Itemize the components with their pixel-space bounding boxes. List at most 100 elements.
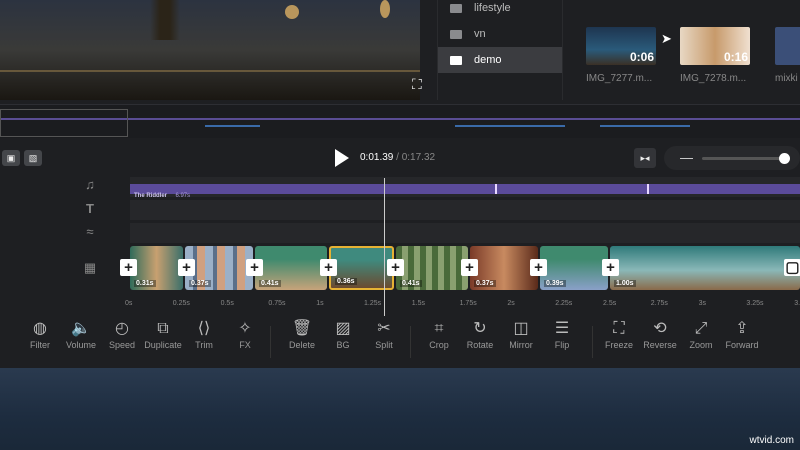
tool-label: Volume xyxy=(59,340,103,350)
tool-label: FX xyxy=(223,340,267,350)
add-transition-button[interactable]: + xyxy=(120,259,137,276)
text-track[interactable] xyxy=(130,200,800,220)
add-transition-button[interactable]: + xyxy=(246,259,263,276)
tool-forward[interactable]: ⇪Forward xyxy=(720,318,764,350)
split-icon: ✂ xyxy=(362,318,406,340)
video-clip[interactable]: 0.41s xyxy=(255,246,327,290)
add-transition-button[interactable]: + xyxy=(602,259,619,276)
video-clip[interactable]: 1.00s xyxy=(610,246,800,290)
media-thumb[interactable]: 0:06 xyxy=(586,27,656,65)
video-preview xyxy=(0,0,420,100)
add-image-icon[interactable]: ▧ xyxy=(24,150,42,166)
tool-zoom[interactable]: ⤢Zoom xyxy=(679,318,723,350)
beat-marker[interactable] xyxy=(495,184,497,194)
add-media-icon[interactable]: ▣ xyxy=(2,150,20,166)
media-thumb[interactable]: 0:16 xyxy=(680,27,750,65)
tool-bg[interactable]: ▨BG xyxy=(321,318,365,350)
tool-rotate[interactable]: ↻Rotate xyxy=(458,318,502,350)
media-duration: 0:16 xyxy=(724,50,748,64)
overview-clip xyxy=(600,125,690,127)
tool-label: Flip xyxy=(540,340,584,350)
add-transition-button[interactable]: + xyxy=(387,259,404,276)
folder-label: demo xyxy=(474,54,502,66)
overlay-track[interactable] xyxy=(130,223,800,243)
toolbar-divider xyxy=(270,326,271,358)
tool-split[interactable]: ✂Split xyxy=(362,318,406,350)
music-track-icon: ♫ xyxy=(82,177,98,193)
clip-duration: 0.37s xyxy=(474,280,496,287)
fullscreen-icon[interactable]: ⛶ xyxy=(412,76,422,93)
video-clip[interactable]: 0.37s xyxy=(185,246,253,290)
media-name: IMG_7277.m... xyxy=(586,73,652,84)
overview-viewport[interactable] xyxy=(0,109,128,137)
tool-reverse[interactable]: ⟲Reverse xyxy=(638,318,682,350)
add-transition-button[interactable]: + xyxy=(178,259,195,276)
tool-label: Mirror xyxy=(499,340,543,350)
timeline-overview[interactable] xyxy=(0,104,800,138)
ruler-tick-label: 1.5s xyxy=(412,300,425,307)
city-lights xyxy=(0,70,420,72)
tool-flip[interactable]: ☰Flip xyxy=(540,318,584,350)
tool-label: Zoom xyxy=(679,340,723,350)
tool-label: Freeze xyxy=(597,340,641,350)
zoom-slider-handle[interactable] xyxy=(779,153,790,164)
media-thumb[interactable] xyxy=(775,27,800,65)
time-ruler[interactable]: 0s0.25s0.5s0.75s1s1.25s1.5s1.75s2s2.25s2… xyxy=(125,300,800,312)
crop-icon: ⌗ xyxy=(417,318,461,340)
zoom-out-icon[interactable]: — xyxy=(680,150,693,165)
tool-volume[interactable]: 🔈Volume xyxy=(59,318,103,350)
video-clip[interactable]: 0.39s xyxy=(540,246,608,290)
media-name: IMG_7278.m... xyxy=(680,73,746,84)
video-clip[interactable]: 0.41s xyxy=(396,246,468,290)
forward-icon: ⇪ xyxy=(720,318,764,340)
filter-icon: ◍ xyxy=(18,318,62,340)
beat-marker[interactable] xyxy=(647,184,649,194)
tool-crop[interactable]: ⌗Crop xyxy=(417,318,461,350)
folder-item-lifestyle[interactable]: lifestyle xyxy=(438,0,562,21)
video-clip[interactable]: 0.31s xyxy=(130,246,183,290)
tool-trim[interactable]: ⟨⟩Trim xyxy=(182,318,226,350)
overlay-track-icon: ≈ xyxy=(82,224,98,240)
tool-filter[interactable]: ◍Filter xyxy=(18,318,62,350)
background-ocean xyxy=(0,368,800,450)
text-track-icon: T xyxy=(82,201,98,217)
folder-icon xyxy=(450,30,462,39)
bg-icon: ▨ xyxy=(321,318,365,340)
reverse-icon: ⟲ xyxy=(638,318,682,340)
media-library: 0:06 IMG_7277.m... ➤ 0:16 IMG_7278.m... … xyxy=(565,0,800,100)
add-transition-button[interactable]: + xyxy=(461,259,478,276)
tool-label: BG xyxy=(321,340,365,350)
zoom-slider[interactable] xyxy=(702,157,784,160)
video-clip[interactable]: 0.37s xyxy=(470,246,538,290)
folder-item-vn[interactable]: vn xyxy=(438,21,562,47)
playhead[interactable] xyxy=(384,178,385,316)
ruler-tick-label: 0s xyxy=(125,300,132,307)
audio-clip[interactable]: The Riddler 6.97s xyxy=(130,184,800,194)
add-transition-button[interactable]: + xyxy=(530,259,547,276)
playback-time: 0:01.39 / 0:17.32 xyxy=(360,152,435,163)
overview-clip xyxy=(455,125,565,127)
tool-freeze[interactable]: ⛶Freeze xyxy=(597,318,641,350)
tool-fx[interactable]: ✧FX xyxy=(223,318,267,350)
delete-icon: 🗑 xyxy=(280,318,324,340)
tool-mirror[interactable]: ◫Mirror xyxy=(499,318,543,350)
total-time: / 0:17.32 xyxy=(396,152,435,163)
folder-icon xyxy=(450,56,462,65)
folder-list: lifestyle vn demo xyxy=(437,0,563,100)
clip-duration: 0.36s xyxy=(335,278,357,285)
tool-label: Delete xyxy=(280,340,324,350)
add-transition-button[interactable]: + xyxy=(320,259,337,276)
snap-split-button[interactable]: ▸◂ xyxy=(634,148,656,168)
tool-delete[interactable]: 🗑Delete xyxy=(280,318,324,350)
video-track-icon: ▦ xyxy=(82,260,98,276)
tool-duplicate[interactable]: ⧉Duplicate xyxy=(141,318,185,350)
audio-length: 6.97s xyxy=(175,193,190,199)
clip-duration: 0.39s xyxy=(544,280,566,287)
tool-speed[interactable]: ◴Speed xyxy=(100,318,144,350)
media-duration: 0:06 xyxy=(630,50,654,64)
folder-item-demo[interactable]: demo xyxy=(438,47,562,73)
play-button[interactable] xyxy=(335,149,349,167)
end-clip-button[interactable]: ▢ xyxy=(784,259,800,276)
tool-label: Split xyxy=(362,340,406,350)
tool-label: Duplicate xyxy=(141,340,185,350)
